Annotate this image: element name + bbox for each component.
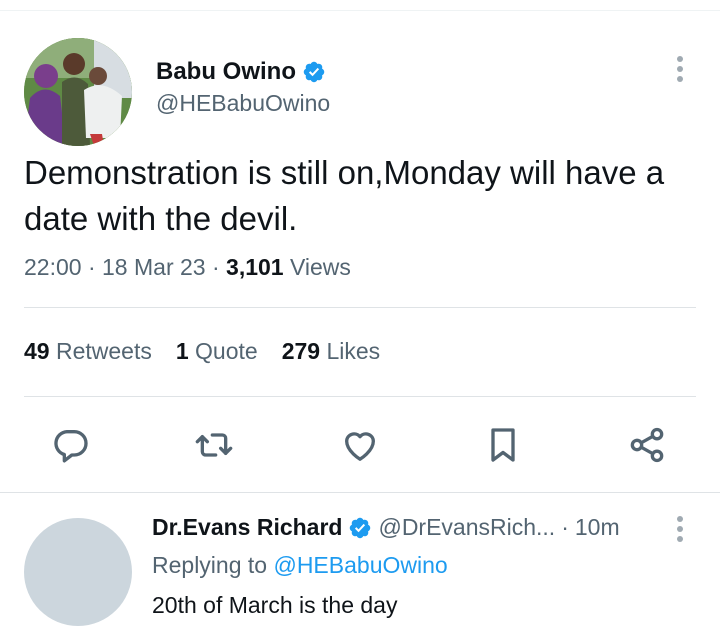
author-avatar[interactable] <box>24 38 132 146</box>
likes-stat[interactable]: 279 Likes <box>282 338 380 365</box>
reply-more-options-icon[interactable] <box>672 514 688 544</box>
reply-author-avatar[interactable] <box>24 518 132 626</box>
author-name[interactable]: Babu Owino <box>156 58 326 86</box>
like-icon <box>345 432 375 461</box>
reply-author-name[interactable]: Dr.Evans Richard <box>152 514 342 541</box>
author-avatar-image <box>24 38 132 146</box>
share-icon <box>630 427 664 463</box>
likes-count: 279 <box>281 338 321 364</box>
reply-icon <box>54 430 88 463</box>
stats-divider-bottom <box>24 396 696 397</box>
verified-badge-icon <box>350 517 371 538</box>
stats-divider-top <box>24 307 696 308</box>
meta-dot: · <box>211 254 227 280</box>
reply-time[interactable]: 10m <box>575 514 620 541</box>
like-button[interactable] <box>339 424 381 466</box>
tweet-text: Demonstration is still on,Monday will ha… <box>24 154 665 237</box>
reply-text: 20th of March is the day <box>152 592 398 618</box>
reply-button[interactable] <box>50 424 92 466</box>
tweet-date[interactable]: 18 Mar 23 <box>102 254 206 280</box>
bookmark-icon <box>491 428 515 462</box>
reply-header: Dr.Evans Richard @DrEvansRich... · 10m <box>152 514 620 541</box>
top-divider <box>0 10 720 11</box>
tweet-time[interactable]: 22:00 <box>24 254 82 280</box>
reply-time-dot: · <box>561 514 569 540</box>
likes-label: Likes <box>326 338 381 364</box>
views-label: Views <box>289 254 351 280</box>
tweet-meta: 22:00 · 18 Mar 23 · 3,101 Views <box>24 254 351 281</box>
reply-separator <box>0 492 720 493</box>
verified-badge-icon <box>303 61 325 83</box>
retweets-stat[interactable]: 49 Retweets <box>24 338 152 365</box>
bookmark-button[interactable] <box>482 424 524 466</box>
retweets-label: Retweets <box>55 338 152 364</box>
reply-author-handle[interactable]: @DrEvansRich... <box>378 514 555 541</box>
quotes-stat[interactable]: 1 Quote <box>176 338 258 365</box>
author-handle[interactable]: @HEBabuOwino <box>156 90 330 117</box>
author-name-text: Babu Owino <box>156 58 296 85</box>
engagement-stats: 49 Retweets 1 Quote 279 Likes <box>24 338 404 365</box>
quotes-label: Quote <box>195 338 258 364</box>
retweets-count: 49 <box>24 338 50 364</box>
replying-to-label: Replying to <box>152 552 268 578</box>
quotes-count: 1 <box>175 338 189 364</box>
retweet-button[interactable] <box>193 424 235 466</box>
replying-to: Replying to @HEBabuOwino <box>152 552 448 579</box>
more-options-icon[interactable] <box>672 54 688 84</box>
views-count: 3,101 <box>226 254 284 280</box>
retweet-icon <box>195 433 233 457</box>
meta-dot: · <box>87 254 103 280</box>
replying-to-handle[interactable]: @HEBabuOwino <box>273 552 447 578</box>
share-button[interactable] <box>626 424 668 466</box>
